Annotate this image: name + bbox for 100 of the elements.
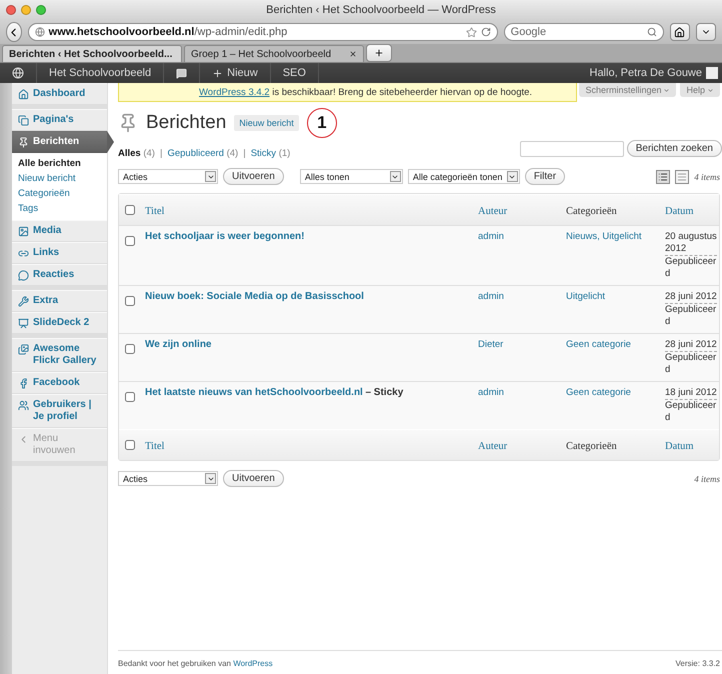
apply-button[interactable]: Uitvoeren	[223, 470, 284, 487]
category-select[interactable]: Alle categorieën tonen	[408, 169, 520, 184]
bulk-action-select[interactable]: Acties	[118, 471, 218, 486]
sidebar-item[interactable]: Awesome Flickr Gallery	[12, 338, 107, 372]
list-view-icon[interactable]	[656, 170, 670, 184]
category-link[interactable]: Nieuws, Uitgelicht	[566, 231, 642, 242]
screen-tab-button[interactable]: Scherminstellingen	[579, 83, 676, 97]
sidebar-label: Links	[33, 247, 60, 259]
post-title-link[interactable]: Het schooljaar is weer begonnen!	[145, 231, 304, 242]
sidebar-label: Media	[33, 225, 62, 237]
screen-tab-button[interactable]: Help	[680, 83, 720, 97]
submenu-item[interactable]: Alle berichten	[12, 156, 107, 171]
sidebar-label: Dashboard	[33, 88, 86, 100]
caret-icon	[663, 86, 670, 94]
submenu-item[interactable]: Categorieën	[12, 186, 107, 201]
category-link[interactable]: Geen categorie	[566, 387, 631, 398]
author-link[interactable]: Dieter	[478, 339, 504, 350]
row-checkbox[interactable]	[125, 296, 135, 306]
sidebar-item[interactable]: Gebruikers | Je profiel	[12, 394, 107, 428]
lines-icon	[677, 172, 688, 182]
sidebar-item[interactable]: SlideDeck 2	[12, 312, 107, 334]
post-title-link[interactable]: Het laatste nieuws van hetSchoolvoorbeeld.nl	[145, 387, 363, 398]
column-header[interactable]: Categorieën	[566, 441, 617, 452]
address-field[interactable]: www.hetschoolvoorbeeld.nl/wp-admin/edit.php	[28, 23, 498, 41]
author-link[interactable]: admin	[478, 231, 504, 242]
menu-button[interactable]	[696, 23, 716, 41]
post-title-link[interactable]: We zijn online	[145, 339, 212, 350]
sortable-column-header[interactable]: Datum	[665, 206, 694, 217]
post-status: Gepubliceerd	[665, 304, 717, 328]
filter-button[interactable]: Filter	[524, 168, 566, 185]
status-filter-link[interactable]: Alles (4)	[118, 148, 155, 159]
sidebar-item[interactable]: Berichten	[12, 131, 107, 153]
author-link[interactable]: admin	[478, 291, 504, 302]
post-status: Gepubliceerd	[665, 400, 717, 424]
home-icon	[18, 89, 29, 100]
caret-icon	[707, 86, 714, 94]
sidebar-label: Reacties	[33, 269, 74, 281]
sidebar-label: SlideDeck 2	[33, 317, 90, 329]
sortable-column-header[interactable]: Titel	[145, 441, 164, 452]
row-checkbox[interactable]	[125, 392, 135, 402]
excerpt-view-icon[interactable]	[675, 170, 690, 184]
window-title: Berichten ‹ Het Schoolvoorbeeld — WordPress	[265, 4, 497, 16]
column-header[interactable]: Categorieën	[566, 206, 617, 217]
callout-number: 1	[306, 108, 337, 138]
version-text: Versie: 3.3.2	[676, 659, 720, 668]
account-link[interactable]: Hallo, Petra De Gouwe	[582, 67, 722, 79]
submenu-item[interactable]: Nieuw bericht	[12, 171, 107, 186]
browser-tab[interactable]: Berichten ‹ Het Schoolvoorbeeld...	[2, 45, 182, 62]
date-select[interactable]: Alles tonen	[300, 169, 403, 184]
select-all-checkbox[interactable]	[125, 205, 135, 215]
category-link[interactable]: Geen categorie	[566, 339, 631, 350]
home-button[interactable]	[670, 23, 690, 41]
slides-icon	[18, 318, 29, 329]
search-icon	[646, 27, 657, 37]
author-link[interactable]: admin	[478, 387, 504, 398]
select-all-checkbox[interactable]	[125, 440, 135, 450]
search-field[interactable]: Google	[504, 23, 664, 41]
sidebar-item[interactable]: Reacties	[12, 264, 107, 286]
plus-icon	[212, 68, 224, 78]
sortable-column-header[interactable]: Datum	[665, 441, 694, 452]
post-date: 28 juni 2012	[665, 291, 717, 304]
post-title-link[interactable]: Nieuw boek: Sociale Media op de Basisschool	[145, 291, 364, 302]
footer-text: Bedankt voor het gebruiken van WordPress	[118, 659, 273, 668]
item-count: 4 items	[694, 172, 720, 182]
page-title: Berichten	[146, 112, 226, 134]
category-link[interactable]: Uitgelicht	[566, 291, 606, 302]
apply-button[interactable]: Uitvoeren	[223, 168, 284, 185]
sidebar-item[interactable]: Links	[12, 242, 107, 264]
sidebar-label: Facebook	[33, 377, 80, 389]
post-date: 20 augustus 2012	[665, 231, 717, 256]
browser-tab[interactable]: Groep 1 – Het Schoolvoorbeeld	[184, 45, 364, 62]
sortable-column-header[interactable]: Auteur	[478, 206, 508, 217]
add-new-button[interactable]: Nieuw bericht	[234, 115, 299, 131]
sidebar-item[interactable]: Facebook	[12, 372, 107, 394]
pin-icon	[18, 137, 29, 148]
new-tab-button[interactable]	[366, 44, 392, 62]
status-filter-link[interactable]: Sticky (1)	[250, 148, 290, 159]
sidebar-item[interactable]: Dashboard	[12, 83, 107, 105]
link-icon	[18, 248, 29, 259]
bookmark-star-icon[interactable]	[466, 26, 477, 38]
wordpress-link[interactable]: WordPress	[233, 659, 273, 668]
submenu-item[interactable]: Tags	[12, 201, 107, 216]
row-checkbox[interactable]	[125, 344, 135, 354]
sortable-column-header[interactable]: Titel	[145, 206, 164, 217]
separator-text: |	[160, 148, 162, 159]
update-link[interactable]: WordPress 3.4.2	[199, 86, 270, 98]
search-input[interactable]	[520, 140, 624, 156]
bulk-action-select[interactable]: Acties	[118, 169, 218, 184]
status-filter-link[interactable]: Gepubliceerd (4)	[167, 148, 238, 159]
sortable-column-header[interactable]: Auteur	[478, 441, 508, 452]
sidebar-label: Menu invouwen	[33, 433, 76, 457]
back-button[interactable]	[6, 22, 22, 42]
sidebar-item[interactable]: Media	[12, 220, 107, 242]
row-checkbox[interactable]	[125, 236, 135, 246]
plus-icon	[374, 48, 384, 58]
sidebar-item[interactable]: Extra	[12, 290, 107, 312]
search-button[interactable]: Berichten zoeken	[626, 140, 722, 157]
reload-icon[interactable]	[480, 27, 491, 37]
close-icon[interactable]	[349, 50, 357, 58]
sidebar-label: Pagina's	[33, 114, 74, 126]
